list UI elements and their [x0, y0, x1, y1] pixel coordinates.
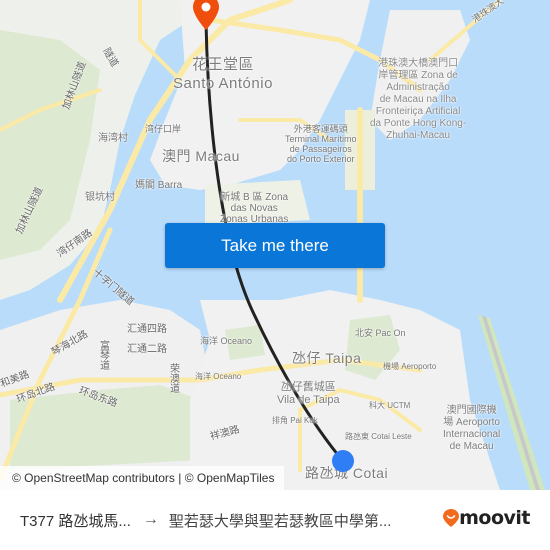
- map[interactable]: 花王堂區 Santo António 澳門 Macau 媽閣 Barra 海湾村…: [0, 0, 550, 490]
- label-aeroporto: 機場 Aeroporto: [383, 362, 437, 371]
- label-macau: 澳門 Macau: [162, 148, 240, 164]
- moovit-pin-icon: [443, 509, 460, 527]
- origin-stop-name: T377 路氹城馬...: [20, 512, 131, 530]
- label-yin-keng: 银坑村: [85, 192, 115, 203]
- label-oceano-1: 海洋 Oceano: [200, 336, 253, 346]
- arrow-right-icon: →: [142, 511, 159, 528]
- label-pai-kok: 排角 Pai Kok: [272, 416, 318, 425]
- label-zona-b: 新城 B 區 Zona das Novas Zonas Urbanas: [220, 192, 289, 225]
- label-oceano-2: 海洋 Oceano: [195, 372, 242, 381]
- label-airport: 澳門國際機 場 Aeroporto Internacional de Macau: [443, 405, 501, 452]
- label-hai-wan: 海湾村: [98, 133, 128, 144]
- label-taipa: 氹仔 Taipa: [292, 350, 362, 366]
- label-hzmb-zone: 港珠澳大橋澳門口 岸管理區 Zona de Administração de M…: [370, 58, 467, 141]
- moovit-logo[interactable]: moovit: [443, 507, 530, 529]
- label-wan-zai-kou-an: 湾仔口岸: [145, 124, 182, 134]
- moovit-wordmark: moovit: [459, 507, 530, 529]
- label-barra: 媽閣 Barra: [135, 180, 183, 191]
- label-santo-antonio-pt: Santo António: [173, 75, 273, 92]
- label-vila-taipa: 氹仔舊城區 Vila de Taipa: [277, 381, 340, 406]
- label-cotai-leste: 路氹東 Cotai Leste: [345, 432, 412, 441]
- label-ferry-terminal: 外港客運碼頭 Terminal Marítimo de Passageiros …: [285, 124, 357, 164]
- origin-dot-icon[interactable]: [331, 449, 355, 473]
- road-huitong-4: 汇通四路: [127, 324, 167, 335]
- label-santo-antonio-zh: 花王堂區: [192, 56, 255, 73]
- road-rongao: 荣澳道: [167, 363, 179, 393]
- map-attribution[interactable]: © OpenStreetMap contributors | © OpenMap…: [0, 466, 285, 490]
- road-huitong-2: 汇通二路: [127, 344, 167, 355]
- road-fuqin: 富琴道: [97, 340, 109, 370]
- take-me-there-button[interactable]: Take me there: [165, 223, 385, 268]
- destination-pin-icon[interactable]: [193, 0, 219, 30]
- destination-name: 聖若瑟大學與聖若瑟教區中學第...: [168, 512, 392, 530]
- label-pac-on: 北安 Pac On: [355, 328, 406, 338]
- label-uctm: 科大 UCTM: [369, 401, 411, 410]
